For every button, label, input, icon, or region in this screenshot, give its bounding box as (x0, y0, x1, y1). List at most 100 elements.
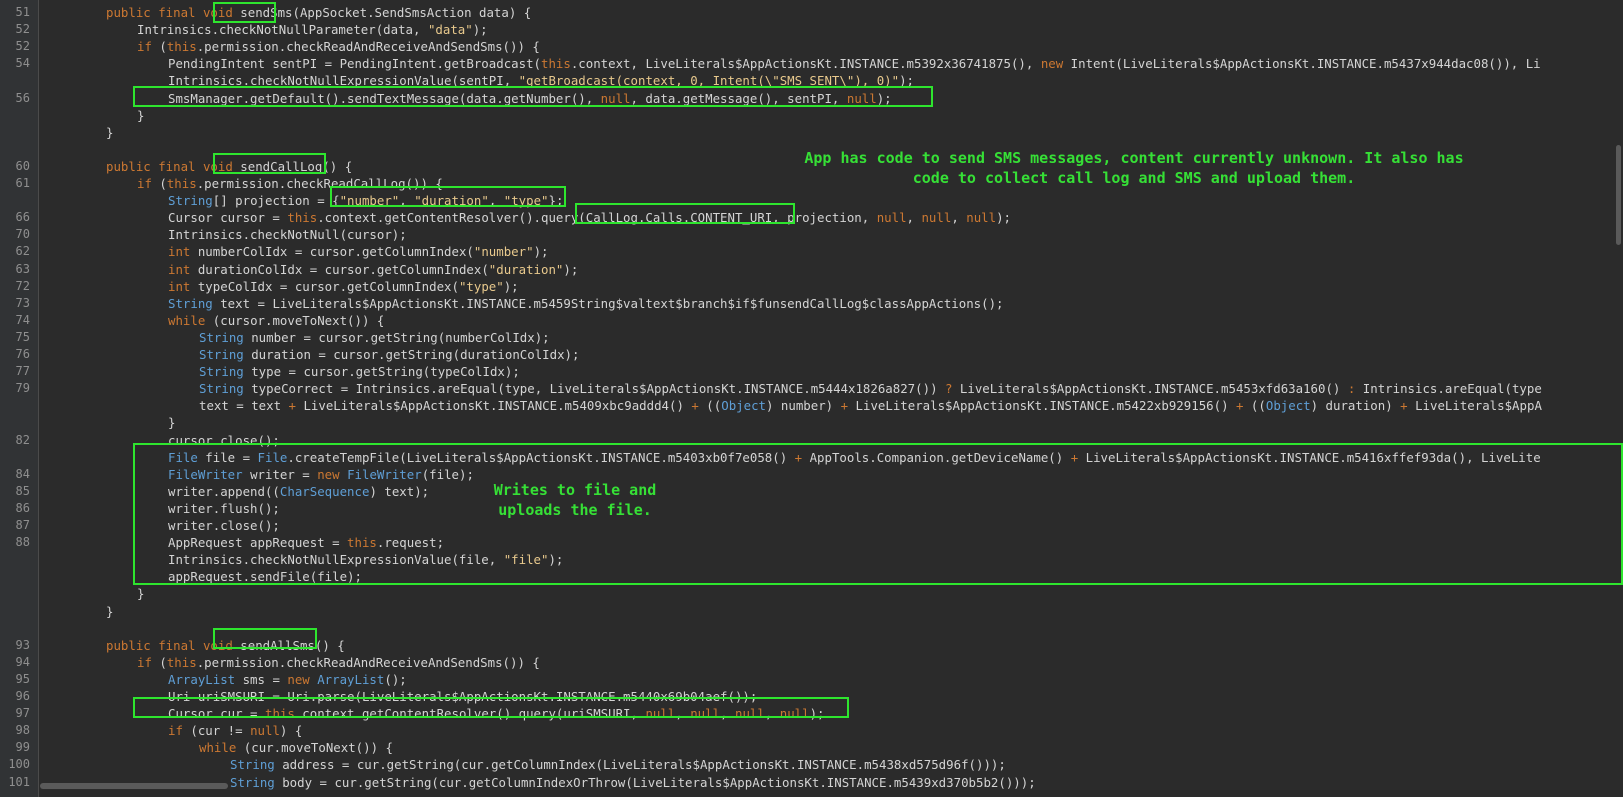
code-line: } (0, 107, 1623, 124)
code-token: "file" (503, 552, 549, 568)
code-token: "number" (339, 193, 400, 209)
code-text: String address = cur.getString(cur.getCo… (230, 756, 1006, 773)
code-token: ( (151, 176, 167, 191)
code-token: ( (151, 654, 167, 670)
line-number: 87 (15, 518, 30, 532)
line-number: 51 (15, 5, 30, 19)
code-token: ); (533, 244, 549, 260)
code-token: FileWriter (168, 466, 243, 482)
code-token: AppTools.Companion.getDeviceName() (802, 449, 1071, 465)
code-token: duration = cursor.getString(durationColI… (243, 347, 580, 362)
code-line: 63 int durationColIdx = cursor.getColumnI… (0, 261, 1623, 278)
code-text: text = text + LiveLiterals$AppActionsKt.… (199, 397, 1542, 414)
code-token: , data.getMessage(), sentPI, (630, 90, 847, 106)
code-token: + (794, 449, 803, 465)
code-token: public final void (106, 158, 241, 174)
vertical-scrollbar[interactable] (1616, 145, 1621, 245)
code-line: 97 Cursor cur = this.context.getContentRe… (0, 705, 1623, 722)
code-text: } (137, 585, 144, 602)
code-text: ArrayList sms = new ArrayList(); (168, 671, 407, 688)
code-text: String[] projection = {"number", "durati… (168, 192, 563, 209)
line-number: 54 (15, 56, 30, 71)
code-token: public final void (106, 637, 241, 653)
code-text: while (cursor.moveToNext()) { (168, 312, 384, 329)
code-token: .permission.checkReadAndReceiveAndSendSm… (196, 654, 540, 670)
code-token: String (199, 329, 244, 345)
code-token: Intrinsics.checkNotNullParameter(data, (137, 22, 428, 38)
code-token: ); (503, 278, 519, 294)
code-text: public final void sendSms(AppSocket.Send… (106, 4, 531, 21)
code-token: if (137, 39, 152, 55)
code-line: 56 SmsManager.getDefault().sendTextMessag… (0, 90, 1623, 107)
code-token: Object (1265, 398, 1311, 414)
code-line: String[] projection = {"number", "durati… (0, 192, 1623, 209)
code-token: type = cursor.getString(typeColIdx); (243, 364, 520, 380)
code-line: 62 int numberColIdx = cursor.getColumnInd… (0, 243, 1623, 260)
code-token: while (168, 312, 206, 328)
code-line: appRequest.sendFile(file); (0, 568, 1623, 585)
code-text: String number = cursor.getString(numberC… (199, 329, 550, 346)
code-token: + (1400, 398, 1408, 414)
code-token: sendAllSms() (240, 637, 330, 653)
code-token: writer = (242, 466, 318, 482)
code-line: } (0, 414, 1623, 431)
code-text: int durationColIdx = cursor.getColumnInd… (168, 261, 578, 278)
code-text: String typeCorrect = Intrinsics.areEqual… (199, 380, 1542, 397)
annotation-file-upload: Writes to file and uploads the file. (493, 481, 657, 519)
code-token: } (106, 603, 114, 619)
code-text: if (cur != null) { (168, 722, 302, 739)
code-token: .context, LiveLiterals$AppActionsKt.INST… (570, 56, 1041, 72)
code-token: } (137, 107, 145, 123)
code-token: Cursor cursor = (168, 210, 288, 226)
horizontal-scrollbar[interactable] (40, 783, 228, 789)
code-token: (AppSocket.SendSmsAction data) { (292, 5, 532, 20)
line-number: 62 (15, 244, 30, 259)
code-token: Intrinsics.areEqual(type (1355, 381, 1542, 397)
code-lines: 51 public final void sendSms(AppSocket.Se… (0, 0, 1623, 797)
line-number: 98 (15, 723, 30, 738)
code-token: String (199, 381, 244, 397)
code-text: writer.close(); (168, 517, 280, 534)
code-token: null (250, 723, 280, 739)
code-line: 88 AppRequest appRequest = this.request; (0, 534, 1623, 551)
code-token: Intrinsics.checkNotNullExpressionValue(s… (168, 73, 519, 89)
code-token: , (951, 210, 967, 226)
code-token: Intrinsics.checkNotNullExpressionValue(f… (168, 552, 504, 568)
code-editor[interactable]: 51 public final void sendSms(AppSocket.Se… (0, 0, 1623, 797)
code-line: 77 String type = cursor.getString(typeCol… (0, 363, 1623, 380)
code-token: null (690, 706, 721, 722)
line-number: 74 (15, 312, 30, 327)
code-token: File (257, 449, 288, 465)
code-token: address = cur.getString(cur.getColumnInd… (274, 757, 1006, 773)
line-number: 93 (15, 637, 30, 652)
code-token: null (600, 90, 631, 106)
code-text: } (168, 414, 175, 431)
code-line: 52 if (this.permission.checkReadAndReceiv… (0, 38, 1623, 55)
code-token: ); (899, 73, 914, 89)
code-token: LiveLiterals$AppActionsKt.INSTANCE.m5453… (952, 381, 1348, 397)
code-text: if (this.permission.checkReadAndReceiveA… (137, 654, 540, 671)
line-number: 72 (15, 278, 30, 293)
code-line: 100 String address = cur.getString(cur.ge… (0, 756, 1623, 773)
code-token: int (168, 278, 191, 294)
line-number: 75 (15, 329, 30, 344)
code-text: AppRequest appRequest = this.request; (168, 534, 444, 551)
line-number: 60 (15, 158, 30, 173)
code-token: ); (472, 22, 488, 38)
code-token: cursor.close(); (168, 432, 280, 448)
code-token: , (764, 706, 780, 722)
code-token: ( (151, 39, 167, 55)
code-line: 73 String text = LiveLiterals$AppActionsK… (0, 295, 1623, 312)
code-token: CharSequence (279, 483, 370, 499)
line-number: 56 (15, 90, 30, 105)
code-token: this (541, 56, 571, 72)
code-line: } (0, 585, 1623, 602)
code-token: .context.getContentResolver().query(uriS… (294, 706, 646, 722)
code-token: ); (996, 210, 1011, 226)
code-token: , (906, 210, 922, 226)
code-text: public final void sendAllSms() { (106, 637, 345, 654)
code-token: ); (548, 552, 564, 568)
code-token: (( (1243, 398, 1266, 414)
line-number: 85 (15, 483, 30, 498)
